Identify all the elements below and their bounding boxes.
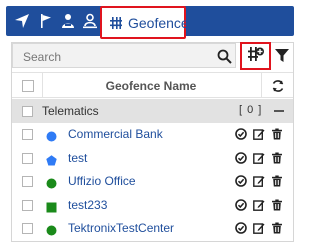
edit-icon[interactable] bbox=[253, 175, 265, 187]
circle-shape-icon bbox=[46, 129, 57, 142]
header-divider bbox=[261, 73, 262, 98]
delete-icon[interactable] bbox=[271, 152, 283, 164]
geofence-panel: Geofence Name Telematics [ 0 ] Commercia… bbox=[11, 42, 294, 242]
tab-geofence[interactable]: Geofence bbox=[100, 6, 189, 39]
polygon-shape-icon bbox=[46, 153, 57, 165]
filter-icon[interactable] bbox=[275, 49, 289, 63]
driver-icon[interactable] bbox=[60, 13, 76, 29]
add-geofence-icon bbox=[247, 45, 265, 68]
delete-icon[interactable] bbox=[271, 128, 283, 140]
search-row bbox=[12, 42, 293, 70]
circle-shape-icon bbox=[46, 176, 57, 189]
delete-icon[interactable] bbox=[271, 175, 283, 187]
geofence-name[interactable]: TektronixTestCenter bbox=[68, 221, 174, 235]
row-checkbox[interactable] bbox=[22, 199, 33, 211]
tab-geofence-label: Geofence bbox=[128, 14, 189, 31]
column-header: Geofence Name bbox=[12, 72, 293, 98]
view-icon[interactable] bbox=[235, 128, 247, 140]
row-checkbox[interactable] bbox=[22, 176, 33, 187]
circle-shape-icon bbox=[46, 223, 57, 236]
edit-icon[interactable] bbox=[253, 199, 265, 211]
geofence-name[interactable]: Commercial Bank bbox=[68, 127, 163, 141]
view-icon[interactable] bbox=[235, 198, 247, 211]
row-checkbox[interactable] bbox=[22, 152, 33, 164]
location-arrow-icon[interactable] bbox=[14, 13, 30, 29]
square-shape-icon bbox=[46, 200, 57, 212]
row-checkbox[interactable] bbox=[22, 223, 33, 234]
group-row[interactable]: Telematics [ 0 ] bbox=[12, 99, 293, 123]
geofence-name[interactable]: test bbox=[68, 151, 87, 165]
edit-icon[interactable] bbox=[253, 152, 265, 164]
view-icon[interactable] bbox=[235, 151, 247, 164]
add-geofence-button[interactable] bbox=[240, 42, 271, 70]
geofence-row[interactable]: TektronixTestCenter bbox=[12, 217, 293, 240]
geofence-name[interactable]: Uffizio Office bbox=[68, 174, 136, 188]
view-icon[interactable] bbox=[235, 175, 247, 187]
collapse-icon[interactable] bbox=[274, 110, 284, 112]
user-location-icon[interactable] bbox=[82, 13, 98, 29]
select-all-checkbox[interactable] bbox=[22, 80, 34, 92]
row-checkbox[interactable] bbox=[22, 129, 33, 140]
geofence-row[interactable]: Uffizio Office bbox=[12, 170, 293, 193]
refresh-icon[interactable] bbox=[271, 79, 285, 93]
group-name: Telematics bbox=[42, 104, 99, 118]
geofence-row[interactable]: test233 bbox=[12, 194, 293, 217]
group-checkbox[interactable] bbox=[22, 106, 33, 117]
flag-icon[interactable] bbox=[38, 13, 54, 29]
top-tab-bar: Geofence bbox=[0, 0, 300, 44]
view-icon[interactable] bbox=[235, 222, 247, 234]
geofence-row[interactable]: test bbox=[12, 147, 293, 170]
search-input[interactable] bbox=[23, 48, 203, 65]
group-count: [ 0 ] bbox=[239, 104, 263, 116]
column-title: Geofence Name bbox=[105, 79, 197, 93]
search-icon[interactable] bbox=[217, 49, 232, 64]
geofence-name[interactable]: test233 bbox=[68, 198, 107, 212]
delete-icon[interactable] bbox=[271, 199, 283, 211]
geofence-row[interactable]: Commercial Bank bbox=[12, 123, 293, 146]
geofence-icon bbox=[109, 16, 123, 30]
search-box bbox=[12, 43, 236, 68]
edit-icon[interactable] bbox=[253, 128, 265, 140]
delete-icon[interactable] bbox=[271, 222, 283, 234]
edit-icon[interactable] bbox=[253, 222, 265, 234]
